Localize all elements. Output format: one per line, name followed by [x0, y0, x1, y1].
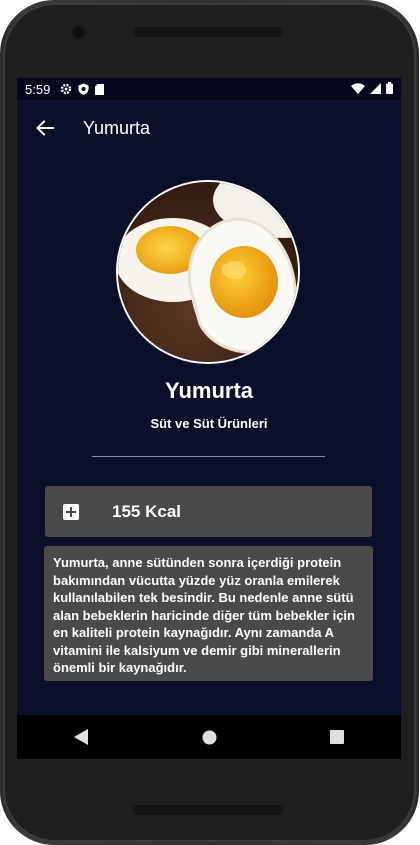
- sd-card-icon: [95, 83, 105, 95]
- battery-icon: [386, 81, 393, 97]
- page-title: Yumurta: [83, 117, 151, 138]
- back-button[interactable]: [33, 116, 57, 140]
- nav-back-button[interactable]: [61, 715, 101, 759]
- calories-value: 155 Kcal: [112, 501, 181, 521]
- home-circle-icon: [202, 730, 216, 744]
- top-speaker: [133, 27, 283, 37]
- boiled-egg-photo: [118, 182, 298, 362]
- gear-icon: [60, 83, 72, 95]
- status-bar: 5:59: [17, 78, 401, 100]
- divider: [92, 456, 325, 457]
- nav-home-button[interactable]: [189, 715, 229, 759]
- front-camera: [73, 27, 84, 38]
- shield-icon: [78, 83, 89, 95]
- recents-square-icon: [330, 730, 344, 744]
- back-triangle-icon: [74, 729, 88, 745]
- description-card: Yumurta, anne sütünden sonra içerdiği pr…: [44, 546, 373, 681]
- wifi-icon: [351, 82, 365, 97]
- arrow-left-icon: [36, 120, 54, 136]
- nav-recents-button[interactable]: [317, 715, 357, 759]
- plus-box-icon: [63, 503, 79, 520]
- bottom-speaker: [133, 805, 283, 815]
- app-bar: Yumurta: [17, 100, 401, 156]
- food-image: [116, 180, 300, 364]
- food-category: Süt ve Süt Ürünleri: [150, 416, 268, 431]
- screen: 5:59 Yumurta Yumurta Süt ve Süt Ürünleri…: [17, 78, 401, 759]
- calories-card[interactable]: 155 Kcal: [45, 486, 372, 537]
- description-text: Yumurta, anne sütünden sonra içerdiği pr…: [53, 555, 355, 675]
- phone-frame: 5:59 Yumurta Yumurta Süt ve Süt Ürünleri…: [0, 0, 419, 845]
- signal-icon: [370, 82, 381, 97]
- system-nav-bar: [17, 715, 401, 759]
- food-name: Yumurta: [164, 378, 254, 403]
- status-time: 5:59: [25, 81, 51, 97]
